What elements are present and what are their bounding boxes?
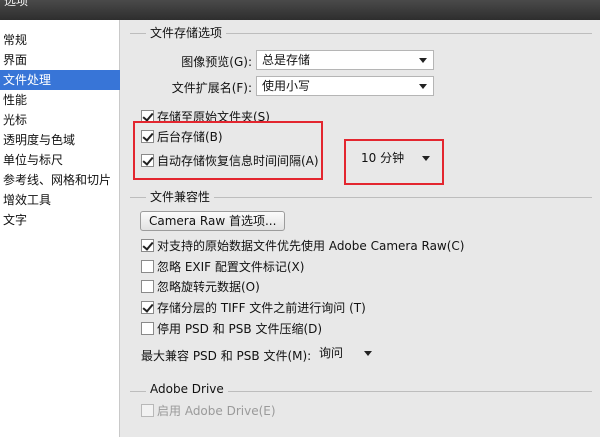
chevron-down-icon (419, 84, 427, 89)
ignore-exif-label: 忽略 EXIF 配置文件标记(X) (157, 259, 305, 274)
group-title-file-saving: 文件存储选项 (146, 24, 227, 41)
chevron-down-icon (364, 351, 372, 356)
checkbox-unchecked-icon (141, 279, 154, 293)
max-compat-select[interactable]: 询问 (314, 344, 378, 364)
sidebar-item-units-rulers[interactable]: 单位与标尺 (0, 150, 120, 170)
checkbox-checked-icon (141, 238, 154, 252)
highlight-box-checkboxes (133, 121, 323, 180)
sidebar-item-cursors[interactable]: 光标 (0, 110, 120, 130)
file-extension-select[interactable]: 使用小写 (256, 76, 434, 96)
preferences-panel: 文件存储选项 图像预览(G): 总是存储 文件扩展名(F): 使用小写 存储至原… (120, 20, 600, 437)
ignore-rotation-checkbox[interactable]: 忽略旋转元数据(O) (141, 277, 260, 295)
group-title-compatibility: 文件兼容性 (146, 188, 215, 205)
checkbox-unchecked-icon (141, 403, 154, 417)
prefer-camera-raw-checkbox[interactable]: 对支持的原始数据文件优先使用 Adobe Camera Raw(C) (141, 236, 464, 254)
sidebar-item-guides-grid-slices[interactable]: 参考线、网格和切片 (0, 170, 120, 190)
max-compat-label: 最大兼容 PSD 和 PSB 文件(M): (141, 349, 312, 363)
camera-raw-preferences-button[interactable]: Camera Raw 首选项... (140, 211, 286, 231)
disable-psd-compression-label: 停用 PSD 和 PSB 文件压缩(D) (157, 321, 323, 336)
image-preview-select[interactable]: 总是存储 (256, 50, 434, 70)
sidebar-item-type[interactable]: 文字 (0, 210, 120, 230)
window-titlebar: 选项 (0, 0, 600, 20)
sidebar-item-plugins[interactable]: 增效工具 (0, 190, 120, 210)
sidebar-item-performance[interactable]: 性能 (0, 90, 120, 110)
enable-adobe-drive-label: 启用 Adobe Drive(E) (157, 403, 276, 418)
group-title-adobe-drive: Adobe Drive (146, 382, 228, 396)
sidebar-item-general[interactable]: 常规 (0, 30, 120, 50)
checkbox-unchecked-icon (141, 321, 154, 335)
ask-before-layered-tiff-checkbox[interactable]: 存储分层的 TIFF 文件之前进行询问 (T) (141, 298, 366, 316)
ignore-exif-checkbox[interactable]: 忽略 EXIF 配置文件标记(X) (141, 257, 304, 275)
preferences-sidebar: 常规 界面 文件处理 性能 光标 透明度与色域 单位与标尺 参考线、网格和切片 … (0, 20, 120, 437)
highlight-box-interval (344, 139, 444, 185)
checkbox-checked-icon (141, 300, 154, 314)
sidebar-item-transparency-gamut[interactable]: 透明度与色域 (0, 130, 120, 150)
chevron-down-icon (419, 58, 427, 63)
ignore-rotation-label: 忽略旋转元数据(O) (157, 279, 260, 294)
window-title: 选项 (4, 0, 29, 8)
file-extension-value: 使用小写 (262, 79, 311, 93)
checkbox-unchecked-icon (141, 259, 154, 273)
enable-adobe-drive-checkbox[interactable]: 启用 Adobe Drive(E) (141, 401, 276, 419)
disable-psd-compression-checkbox[interactable]: 停用 PSD 和 PSB 文件压缩(D) (141, 319, 322, 337)
prefer-camera-raw-label: 对支持的原始数据文件优先使用 Adobe Camera Raw(C) (157, 238, 465, 253)
sidebar-item-interface[interactable]: 界面 (0, 50, 120, 70)
image-preview-label: 图像预览(G): (181, 55, 252, 69)
max-compat-value: 询问 (319, 346, 344, 360)
image-preview-value: 总是存储 (262, 53, 311, 67)
file-extension-label: 文件扩展名(F): (171, 81, 252, 95)
ask-before-layered-tiff-label: 存储分层的 TIFF 文件之前进行询问 (T) (157, 300, 366, 315)
sidebar-item-file-handling[interactable]: 文件处理 (0, 70, 120, 90)
